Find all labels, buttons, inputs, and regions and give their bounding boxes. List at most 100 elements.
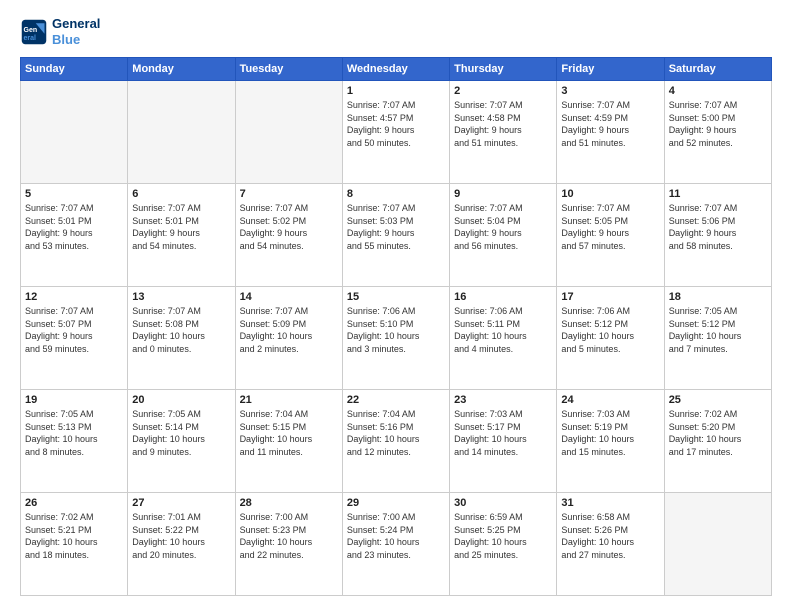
calendar-page: Gen eral General Blue SundayMondayTuesda… [0, 0, 792, 612]
calendar-cell: 11 Sunrise: 7:07 AM Sunset: 5:06 PM Dayli… [664, 184, 771, 287]
calendar-cell: 3 Sunrise: 7:07 AM Sunset: 4:59 PM Daylig… [557, 81, 664, 184]
calendar-cell: 4 Sunrise: 7:07 AM Sunset: 5:00 PM Daylig… [664, 81, 771, 184]
calendar-cell: 30Sunrise: 6:59 AM Sunset: 5:25 PM Dayli… [450, 493, 557, 596]
day-number: 14 [240, 291, 338, 303]
calendar-cell: 9 Sunrise: 7:07 AM Sunset: 5:04 PM Daylig… [450, 184, 557, 287]
day-info: Sunrise: 7:07 AM Sunset: 5:00 PM Dayligh… [669, 99, 767, 149]
calendar-week-2: 5Sunrise: 7:07 AM Sunset: 5:01 PM Daylig… [21, 184, 772, 287]
day-info: Sunrise: 7:02 AM Sunset: 5:21 PM Dayligh… [25, 511, 123, 561]
day-number: 4 [669, 85, 767, 97]
calendar-cell: 23Sunrise: 7:03 AM Sunset: 5:17 PM Dayli… [450, 390, 557, 493]
header-wednesday: Wednesday [342, 58, 449, 81]
day-number: 11 [669, 188, 767, 200]
calendar-cell: 25Sunrise: 7:02 AM Sunset: 5:20 PM Dayli… [664, 390, 771, 493]
calendar-header: Gen eral General Blue [20, 16, 772, 47]
calendar-cell [21, 81, 128, 184]
calendar-cell: 2 Sunrise: 7:07 AM Sunset: 4:58 PM Daylig… [450, 81, 557, 184]
header-friday: Friday [557, 58, 664, 81]
calendar-cell: 15 Sunrise: 7:06 AM Sunset: 5:10 PM Dayli… [342, 287, 449, 390]
day-info: Sunrise: 7:05 AM Sunset: 5:12 PM Dayligh… [669, 305, 767, 355]
day-info: Sunrise: 7:02 AM Sunset: 5:20 PM Dayligh… [669, 408, 767, 458]
day-number: 22 [347, 394, 445, 406]
day-info: Sunrise: 7:01 AM Sunset: 5:22 PM Dayligh… [132, 511, 230, 561]
day-info: Sunrise: 7:07 AM Sunset: 5:05 PM Dayligh… [561, 202, 659, 252]
day-number: 2 [454, 85, 552, 97]
calendar-cell: 19 Sunrise: 7:05 AM Sunset: 5:13 PM Dayli… [21, 390, 128, 493]
calendar-cell: 24 Sunrise: 7:03 AM Sunset: 5:19 PM Dayli… [557, 390, 664, 493]
calendar-week-5: 26Sunrise: 7:02 AM Sunset: 5:21 PM Dayli… [21, 493, 772, 596]
day-number: 20 [132, 394, 230, 406]
day-info: Sunrise: 7:00 AM Sunset: 5:23 PM Dayligh… [240, 511, 338, 561]
svg-text:eral: eral [24, 34, 37, 41]
day-info: Sunrise: 7:07 AM Sunset: 4:57 PM Dayligh… [347, 99, 445, 149]
calendar-cell: 8Sunrise: 7:07 AM Sunset: 5:03 PM Daylig… [342, 184, 449, 287]
day-info: Sunrise: 7:06 AM Sunset: 5:10 PM Dayligh… [347, 305, 445, 355]
day-number: 3 [561, 85, 659, 97]
day-number: 5 [25, 188, 123, 200]
calendar-cell: 7 Sunrise: 7:07 AM Sunset: 5:02 PM Daylig… [235, 184, 342, 287]
day-number: 12 [25, 291, 123, 303]
day-info: Sunrise: 7:07 AM Sunset: 5:07 PM Dayligh… [25, 305, 123, 355]
calendar-cell: 29Sunrise: 7:00 AM Sunset: 5:24 PM Dayli… [342, 493, 449, 596]
day-number: 13 [132, 291, 230, 303]
calendar-cell: 27 Sunrise: 7:01 AM Sunset: 5:22 PM Dayli… [128, 493, 235, 596]
calendar-cell: 21 Sunrise: 7:04 AM Sunset: 5:15 PM Dayli… [235, 390, 342, 493]
day-info: Sunrise: 7:07 AM Sunset: 5:02 PM Dayligh… [240, 202, 338, 252]
day-info: Sunrise: 7:06 AM Sunset: 5:12 PM Dayligh… [561, 305, 659, 355]
logo: Gen eral General Blue [20, 16, 100, 47]
calendar-week-1: 1 Sunrise: 7:07 AM Sunset: 4:57 PM Daylig… [21, 81, 772, 184]
calendar-cell: 5Sunrise: 7:07 AM Sunset: 5:01 PM Daylig… [21, 184, 128, 287]
day-number: 19 [25, 394, 123, 406]
day-number: 17 [561, 291, 659, 303]
calendar-cell [664, 493, 771, 596]
day-info: Sunrise: 7:04 AM Sunset: 5:16 PM Dayligh… [347, 408, 445, 458]
calendar-week-3: 12 Sunrise: 7:07 AM Sunset: 5:07 PM Dayli… [21, 287, 772, 390]
day-info: Sunrise: 7:04 AM Sunset: 5:15 PM Dayligh… [240, 408, 338, 458]
header-sunday: Sunday [21, 58, 128, 81]
day-info: Sunrise: 7:07 AM Sunset: 5:03 PM Dayligh… [347, 202, 445, 252]
day-number: 6 [132, 188, 230, 200]
header-thursday: Thursday [450, 58, 557, 81]
day-number: 1 [347, 85, 445, 97]
calendar-cell: 10 Sunrise: 7:07 AM Sunset: 5:05 PM Dayli… [557, 184, 664, 287]
day-info: Sunrise: 7:07 AM Sunset: 4:59 PM Dayligh… [561, 99, 659, 149]
day-info: Sunrise: 7:07 AM Sunset: 5:04 PM Dayligh… [454, 202, 552, 252]
day-info: Sunrise: 7:07 AM Sunset: 5:09 PM Dayligh… [240, 305, 338, 355]
day-info: Sunrise: 7:07 AM Sunset: 4:58 PM Dayligh… [454, 99, 552, 149]
day-info: Sunrise: 7:07 AM Sunset: 5:06 PM Dayligh… [669, 202, 767, 252]
svg-text:Gen: Gen [24, 27, 38, 34]
day-info: Sunrise: 7:06 AM Sunset: 5:11 PM Dayligh… [454, 305, 552, 355]
day-info: Sunrise: 7:03 AM Sunset: 5:17 PM Dayligh… [454, 408, 552, 458]
day-number: 31 [561, 497, 659, 509]
day-number: 10 [561, 188, 659, 200]
calendar-cell: 12 Sunrise: 7:07 AM Sunset: 5:07 PM Dayli… [21, 287, 128, 390]
day-number: 15 [347, 291, 445, 303]
header-tuesday: Tuesday [235, 58, 342, 81]
day-info: Sunrise: 7:00 AM Sunset: 5:24 PM Dayligh… [347, 511, 445, 561]
day-number: 24 [561, 394, 659, 406]
calendar-cell: 18 Sunrise: 7:05 AM Sunset: 5:12 PM Dayli… [664, 287, 771, 390]
calendar-cell: 26Sunrise: 7:02 AM Sunset: 5:21 PM Dayli… [21, 493, 128, 596]
calendar-cell: 1 Sunrise: 7:07 AM Sunset: 4:57 PM Daylig… [342, 81, 449, 184]
calendar-cell: 17 Sunrise: 7:06 AM Sunset: 5:12 PM Dayli… [557, 287, 664, 390]
day-number: 27 [132, 497, 230, 509]
day-info: Sunrise: 7:05 AM Sunset: 5:13 PM Dayligh… [25, 408, 123, 458]
day-info: Sunrise: 6:59 AM Sunset: 5:25 PM Dayligh… [454, 511, 552, 561]
calendar-header-row: SundayMondayTuesdayWednesdayThursdayFrid… [21, 58, 772, 81]
day-info: Sunrise: 7:05 AM Sunset: 5:14 PM Dayligh… [132, 408, 230, 458]
calendar-cell [235, 81, 342, 184]
day-info: Sunrise: 7:03 AM Sunset: 5:19 PM Dayligh… [561, 408, 659, 458]
calendar-cell: 31Sunrise: 6:58 AM Sunset: 5:26 PM Dayli… [557, 493, 664, 596]
day-number: 7 [240, 188, 338, 200]
day-info: Sunrise: 7:07 AM Sunset: 5:08 PM Dayligh… [132, 305, 230, 355]
day-number: 21 [240, 394, 338, 406]
day-number: 9 [454, 188, 552, 200]
header-saturday: Saturday [664, 58, 771, 81]
calendar-cell: 16Sunrise: 7:06 AM Sunset: 5:11 PM Dayli… [450, 287, 557, 390]
calendar-cell: 28 Sunrise: 7:00 AM Sunset: 5:23 PM Dayli… [235, 493, 342, 596]
calendar-week-4: 19 Sunrise: 7:05 AM Sunset: 5:13 PM Dayli… [21, 390, 772, 493]
calendar-cell [128, 81, 235, 184]
calendar-cell: 14 Sunrise: 7:07 AM Sunset: 5:09 PM Dayli… [235, 287, 342, 390]
day-number: 28 [240, 497, 338, 509]
day-number: 18 [669, 291, 767, 303]
